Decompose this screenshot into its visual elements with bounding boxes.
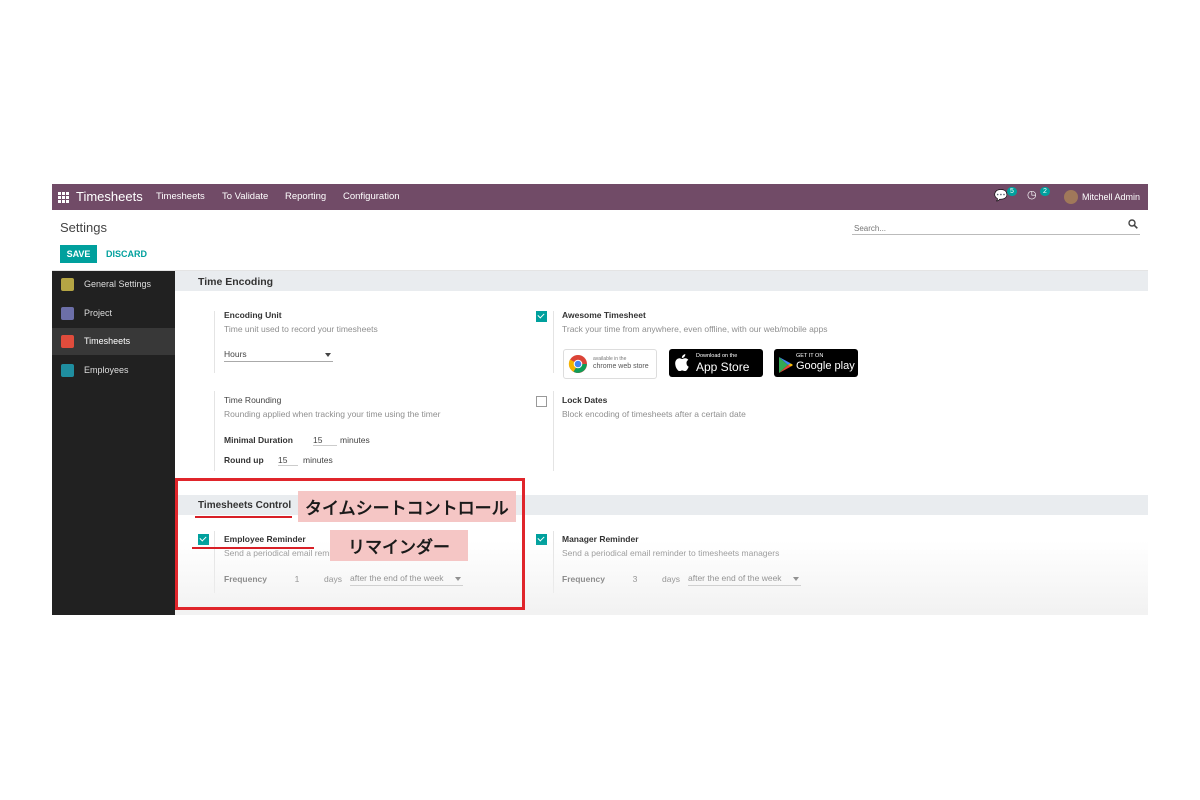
sidebar-item-timesheets[interactable]: Timesheets bbox=[52, 328, 175, 355]
app-store-badge[interactable]: Download on the App Store bbox=[669, 349, 763, 377]
minimal-duration-label: Minimal Duration bbox=[224, 435, 293, 445]
chrome-badge-line1: available in the bbox=[593, 356, 627, 362]
manager-reminder-label: Manager Reminder bbox=[562, 534, 639, 544]
employee-reminder-underline bbox=[192, 547, 314, 549]
round-up-unit: minutes bbox=[303, 455, 333, 465]
manager-reminder-when-select[interactable]: after the end of the week bbox=[688, 573, 801, 586]
encoding-unit-value: Hours bbox=[224, 349, 247, 359]
divider bbox=[553, 391, 554, 471]
reminder-jp-label: リマインダー bbox=[330, 530, 468, 561]
top-navbar: Timesheets Timesheets To Validate Report… bbox=[52, 184, 1148, 210]
menu-to-validate[interactable]: To Validate bbox=[222, 191, 268, 202]
divider bbox=[553, 311, 554, 373]
manager-reminder-checkbox[interactable] bbox=[536, 534, 547, 545]
manager-frequency-input[interactable]: 3 bbox=[612, 574, 658, 584]
time-rounding-description: Rounding applied when tracking your time… bbox=[224, 409, 441, 419]
control-panel: Settings SAVE DISCARD bbox=[52, 210, 1148, 271]
encoding-unit-label: Encoding Unit bbox=[224, 310, 282, 320]
app-store-line1: Download on the bbox=[696, 353, 738, 359]
encoding-unit-description: Time unit used to record your timesheets bbox=[224, 324, 378, 334]
time-rounding-label: Time Rounding bbox=[224, 395, 282, 405]
sidebar-item-general-settings[interactable]: General Settings bbox=[52, 271, 175, 298]
minimal-duration-input[interactable]: 15 bbox=[313, 435, 337, 446]
round-up-label: Round up bbox=[224, 455, 264, 465]
activities-badge: 2 bbox=[1040, 187, 1050, 196]
app-name[interactable]: Timesheets bbox=[76, 189, 143, 204]
people-icon bbox=[61, 364, 74, 377]
menu-configuration[interactable]: Configuration bbox=[343, 191, 400, 202]
settings-sidebar: General Settings Project Timesheets Empl… bbox=[52, 271, 175, 615]
awesome-timesheet-description: Track your time from anywhere, even offl… bbox=[562, 324, 828, 334]
divider bbox=[214, 311, 215, 373]
gear-icon bbox=[61, 278, 74, 291]
menu-reporting[interactable]: Reporting bbox=[285, 191, 326, 202]
section-header-time-encoding: Time Encoding bbox=[175, 271, 1148, 291]
manager-frequency-label: Frequency bbox=[562, 574, 605, 584]
user-avatar[interactable] bbox=[1064, 190, 1078, 204]
sidebar-item-employees[interactable]: Employees bbox=[52, 357, 175, 384]
timesheets-control-underline bbox=[195, 516, 292, 518]
app-store-line2: App Store bbox=[696, 360, 750, 374]
sidebar-item-project[interactable]: Project bbox=[52, 300, 175, 327]
lock-dates-label: Lock Dates bbox=[562, 395, 608, 405]
chrome-badge-line2: chrome web store bbox=[593, 363, 649, 370]
sidebar-item-label: Project bbox=[84, 308, 113, 318]
divider bbox=[214, 391, 215, 471]
round-up-input[interactable]: 15 bbox=[278, 455, 298, 466]
manager-frequency-unit: days bbox=[662, 574, 680, 584]
lock-dates-checkbox[interactable] bbox=[536, 396, 547, 407]
save-button[interactable]: SAVE bbox=[60, 245, 97, 263]
google-play-line1: GET IT ON bbox=[796, 353, 824, 359]
awesome-timesheet-label: Awesome Timesheet bbox=[562, 310, 646, 320]
chrome-icon bbox=[568, 355, 587, 373]
manager-reminder-description: Send a periodical email reminder to time… bbox=[562, 548, 780, 558]
apple-icon bbox=[675, 354, 689, 371]
app-grid-icon[interactable] bbox=[58, 192, 69, 203]
user-name[interactable]: Mitchell Admin bbox=[1082, 192, 1140, 202]
chevron-down-icon bbox=[325, 353, 331, 357]
google-play-line2: Google play bbox=[796, 360, 855, 372]
divider bbox=[553, 531, 554, 593]
sidebar-item-label: Timesheets bbox=[84, 336, 131, 346]
messages-badge: 5 bbox=[1007, 187, 1017, 196]
google-play-icon bbox=[779, 357, 793, 373]
timesheets-control-jp-label: タイムシートコントロール bbox=[298, 491, 516, 522]
puzzle-icon bbox=[61, 307, 74, 320]
chevron-down-icon bbox=[793, 577, 799, 581]
chrome-web-store-badge[interactable]: available in the chrome web store bbox=[563, 349, 657, 379]
activity-clock-icon[interactable]: ◷ bbox=[1027, 188, 1037, 201]
discard-button[interactable]: DISCARD bbox=[102, 245, 151, 263]
search-icon[interactable] bbox=[1128, 219, 1138, 229]
stopwatch-icon bbox=[61, 335, 74, 348]
section-title: Time Encoding bbox=[198, 276, 274, 288]
manager-reminder-when-value: after the end of the week bbox=[688, 573, 782, 583]
page-title: Settings bbox=[60, 220, 107, 235]
search-input[interactable] bbox=[852, 220, 1116, 237]
chat-icon[interactable]: 💬 bbox=[994, 189, 1008, 202]
minimal-duration-unit: minutes bbox=[340, 435, 370, 445]
encoding-unit-select[interactable]: Hours bbox=[224, 349, 333, 362]
awesome-timesheet-checkbox[interactable] bbox=[536, 311, 547, 322]
sidebar-item-label: Employees bbox=[84, 365, 129, 375]
google-play-badge[interactable]: GET IT ON Google play bbox=[774, 349, 858, 377]
search-bar bbox=[852, 218, 1140, 237]
sidebar-item-label: General Settings bbox=[84, 279, 152, 289]
menu-timesheets[interactable]: Timesheets bbox=[156, 191, 205, 202]
lock-dates-description: Block encoding of timesheets after a cer… bbox=[562, 409, 746, 419]
